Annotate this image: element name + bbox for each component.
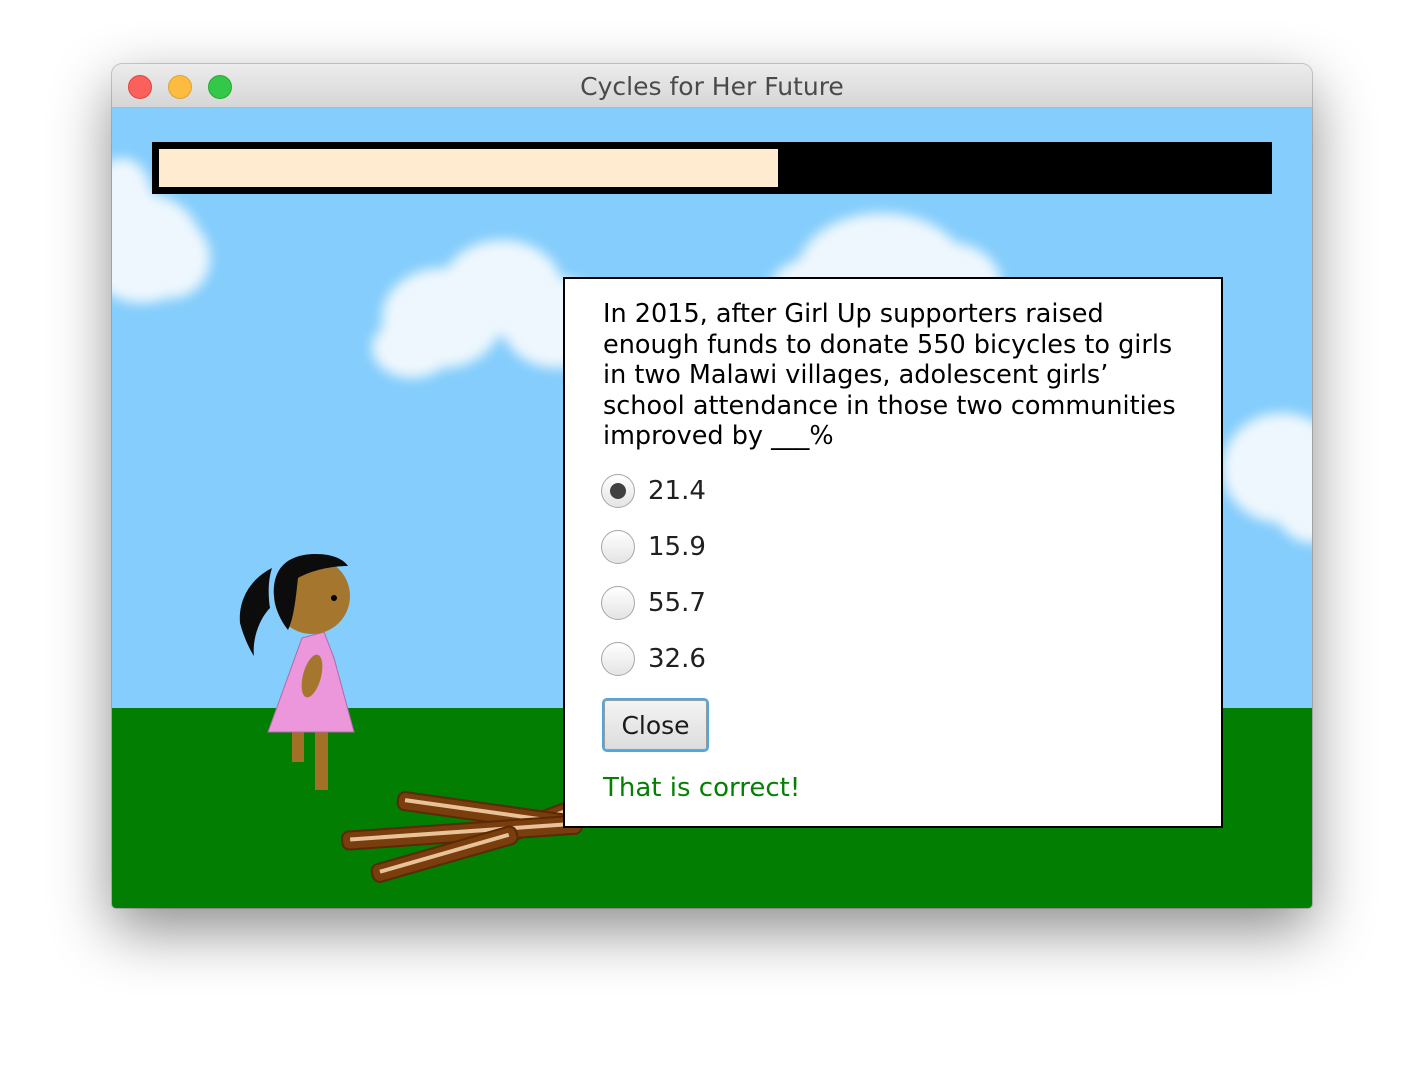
answer-option-label: 32.6 [648, 644, 706, 674]
radio-button-icon[interactable] [601, 642, 635, 676]
radio-button-icon[interactable] [601, 530, 635, 564]
game-scene: In 2015, after Girl Up supporters raised… [112, 108, 1312, 908]
quiz-question: In 2015, after Girl Up supporters raised… [603, 299, 1176, 452]
radio-button-icon[interactable] [601, 586, 635, 620]
close-button[interactable]: Close [602, 698, 709, 752]
answer-option-4[interactable]: 32.6 [601, 639, 901, 679]
quiz-dialog: In 2015, after Girl Up supporters raised… [563, 277, 1223, 828]
radio-button-icon[interactable] [601, 474, 635, 508]
app-window: Cycles for Her Future In 2015, after Gir… [112, 64, 1312, 908]
window-title: Cycles for Her Future [580, 72, 844, 101]
answer-option-2[interactable]: 15.9 [601, 527, 901, 567]
answer-option-label: 21.4 [648, 476, 706, 506]
progress-bar-fill [159, 149, 778, 187]
answer-feedback: That is correct! [603, 773, 801, 803]
answer-option-3[interactable]: 55.7 [601, 583, 901, 623]
answer-option-1[interactable]: 21.4 [601, 471, 901, 511]
answer-option-label: 55.7 [648, 588, 706, 618]
progress-bar [152, 142, 1272, 194]
title-bar: Cycles for Her Future [112, 64, 1312, 108]
answer-option-label: 15.9 [648, 532, 706, 562]
